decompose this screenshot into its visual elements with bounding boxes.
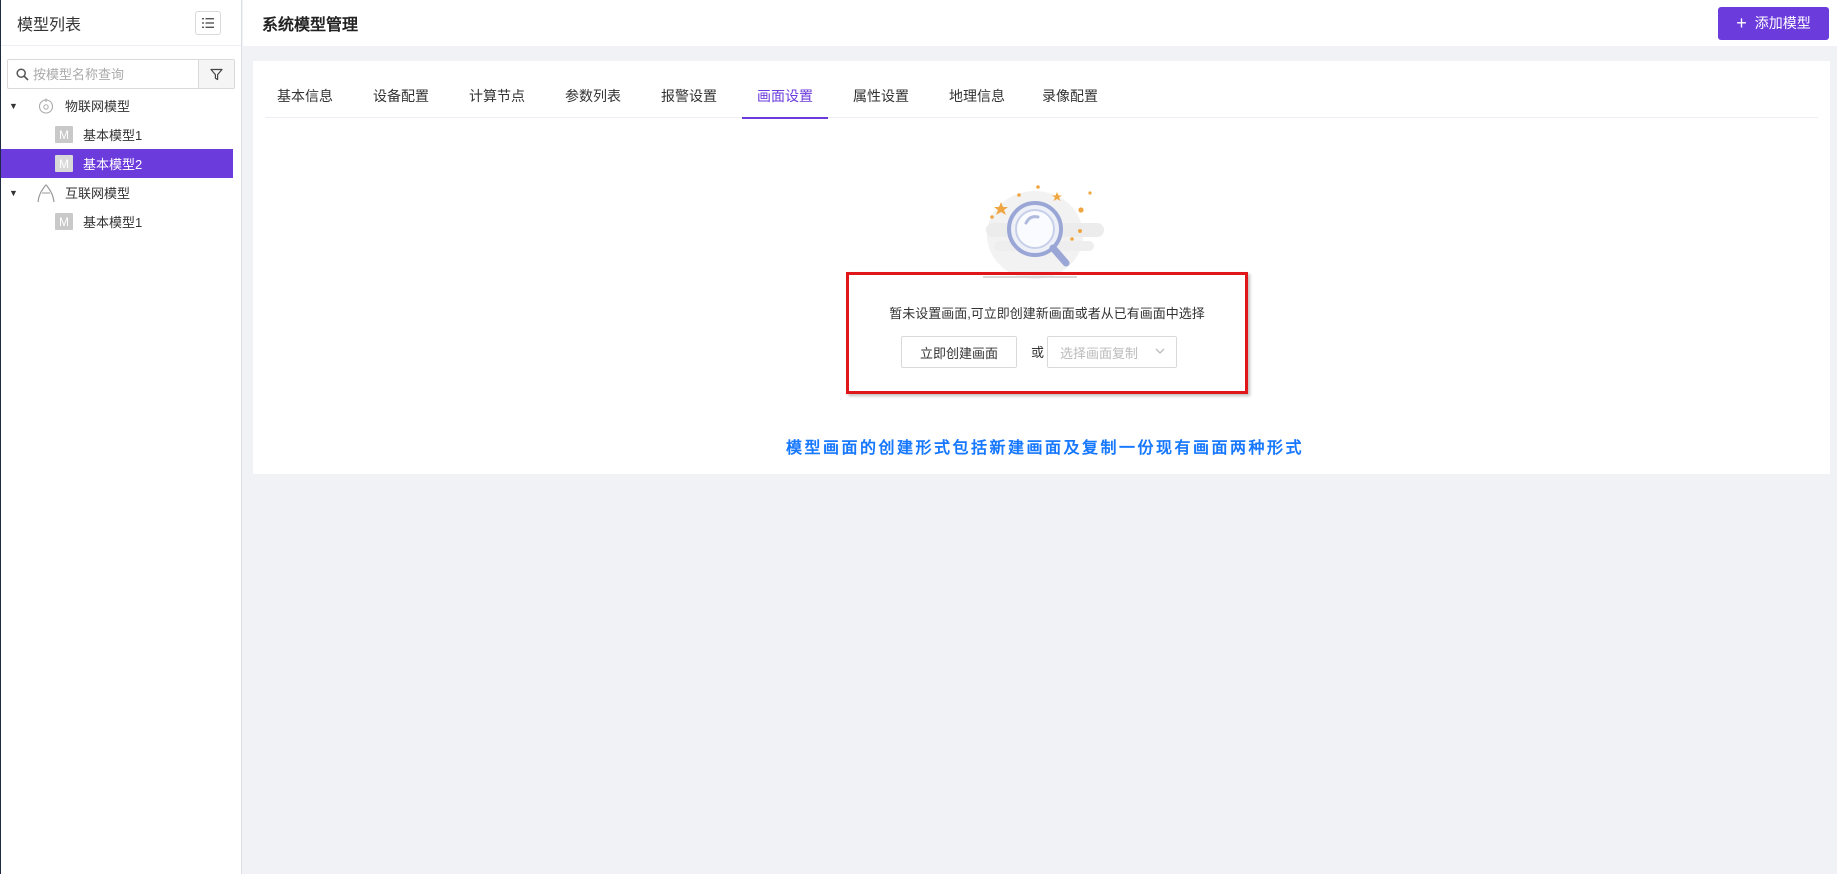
sidebar-header: 模型列表 (1, 0, 241, 46)
chevron-down-icon (1155, 348, 1165, 354)
top-bar: 系统模型管理 + 添加模型 (243, 0, 1837, 46)
caret-down-icon[interactable]: ▼ (9, 188, 19, 198)
tab-compute-node[interactable]: 计算节点 (469, 74, 525, 118)
tree-item-basic-model-1[interactable]: M 基本模型1 (1, 207, 241, 236)
tab-alarm-settings[interactable]: 报警设置 (661, 74, 717, 118)
tree-group-label: 物联网模型 (65, 99, 131, 114)
empty-state-message: 暂未设置画面,可立即创建新画面或者从已有画面中选择 (889, 306, 1205, 321)
create-screen-button[interactable]: 立即创建画面 (901, 336, 1017, 368)
tree-group-internet[interactable]: ▼ 互联网模型 (1, 178, 241, 207)
tab-device-config[interactable]: 设备配置 (373, 74, 429, 118)
copy-screen-select[interactable]: 选择画面复制 (1047, 336, 1177, 368)
list-icon (202, 17, 214, 28)
model-list-sidebar: 模型列表 ▼ (1, 0, 242, 874)
sidebar-title: 模型列表 (17, 16, 82, 34)
tree-item-label: 基本模型1 (83, 215, 143, 230)
empty-search-illustration (983, 185, 1104, 279)
list-toggle-button[interactable] (195, 10, 221, 35)
filter-icon (210, 68, 223, 80)
plus-icon: + (1736, 13, 1747, 33)
model-search-bar (7, 59, 235, 89)
tree-item-label: 基本模型1 (83, 128, 143, 143)
highlight-box: 暂未设置画面,可立即创建新画面或者从已有画面中选择 立即创建画面 或 选择画面复… (846, 272, 1248, 394)
annotation-caption: 模型画面的创建形式包括新建画面及复制一份现有画面两种形式 (786, 440, 1305, 457)
internet-icon (35, 182, 57, 204)
add-model-label: 添加模型 (1754, 15, 1811, 31)
iot-icon (35, 95, 57, 117)
model-tree: ▼ 物联网模型 M 基本模型1 M 基本模型2 ▼ 互联网模型 M 基本模型1 (1, 91, 241, 236)
model-icon: M (55, 126, 73, 143)
tree-item-basic-model-2[interactable]: M 基本模型2 (1, 149, 233, 178)
tab-param-list[interactable]: 参数列表 (565, 74, 621, 118)
tab-basic-info[interactable]: 基本信息 (277, 74, 333, 118)
page-title: 系统模型管理 (262, 17, 359, 34)
caret-down-icon[interactable]: ▼ (9, 101, 19, 111)
tab-geo-info[interactable]: 地理信息 (949, 74, 1005, 118)
tree-group-iot[interactable]: ▼ 物联网模型 (1, 91, 241, 120)
filter-button[interactable] (198, 60, 234, 88)
add-model-button[interactable]: + 添加模型 (1718, 6, 1829, 40)
search-input[interactable] (33, 66, 193, 82)
tab-screen-settings[interactable]: 画面设置 (742, 74, 828, 119)
search-box (8, 60, 198, 88)
model-icon: M (55, 155, 73, 172)
model-detail-card: 基本信息 设备配置 计算节点 参数列表 报警设置 画面设置 属性设置 地理信息 … (253, 61, 1830, 474)
tree-item-basic-model-1[interactable]: M 基本模型1 (1, 120, 241, 149)
search-icon (16, 67, 29, 81)
select-placeholder: 选择画面复制 (1060, 345, 1139, 361)
model-icon: M (55, 213, 73, 230)
tab-property-settings[interactable]: 属性设置 (853, 74, 909, 118)
detail-tabs: 基本信息 设备配置 计算节点 参数列表 报警设置 画面设置 属性设置 地理信息 … (265, 74, 1818, 119)
tree-group-label: 互联网模型 (65, 186, 131, 201)
tree-item-label: 基本模型2 (83, 157, 143, 172)
or-label: 或 (1031, 345, 1045, 360)
tab-recording-config[interactable]: 录像配置 (1042, 74, 1098, 118)
